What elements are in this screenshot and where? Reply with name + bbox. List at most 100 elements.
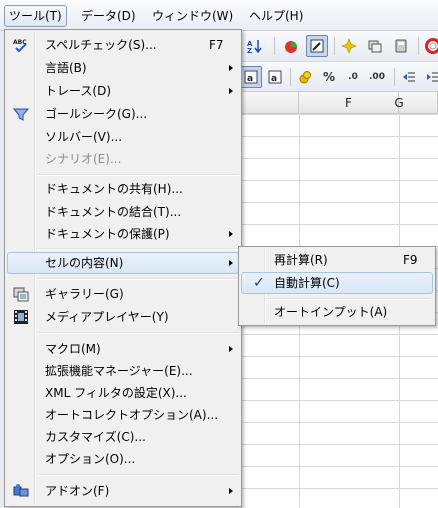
addons-label: アドオン(F) [45,484,110,498]
column-header-g[interactable]: G [394,92,438,114]
spellcheck-shortcut: F7 [209,38,224,52]
menu-item-addons[interactable]: アドオン(F) [7,480,239,502]
addons-icon [13,483,29,499]
menu-item-xml-filter[interactable]: XML フィルタの設定(X)... [7,382,239,404]
share-document-label: ドキュメントの共有(H)... [45,182,183,196]
cell-contents-label: セルの内容(N) [45,256,124,270]
menu-separator [38,278,239,280]
navigator-star-icon[interactable] [338,35,360,57]
menu-item-cell-contents[interactable]: セルの内容(N) [7,252,239,274]
macros-label: マクロ(M) [45,342,101,356]
data-sources-icon[interactable] [390,35,412,57]
tools-menu: ABC スペルチェック(S)... F7 言語(B) トレース(D) ゴールシー… [4,29,242,507]
gallery-label: ギャラリー(G) [45,287,124,301]
menu-item-extension-manager[interactable]: 拡張機能マネージャー(E)... [7,360,239,382]
trace-label: トレース(D) [45,84,112,98]
remove-decimal-button[interactable]: .00 [366,66,388,88]
checkmark-icon: ✓ [253,275,265,291]
menu-item-goal-seek[interactable]: ゴールシーク(G)... [7,103,239,125]
spellcheck-label: スペルチェック(S)... [45,38,157,52]
svg-text:a: a [247,74,253,84]
column-g-label: G [394,96,404,110]
add-decimal-button[interactable]: .0 [342,66,364,88]
menu-item-share-document[interactable]: ドキュメントの共有(H)... [7,178,239,200]
menu-item-spellcheck[interactable]: ABC スペルチェック(S)... F7 [7,34,239,56]
chart-icon[interactable] [280,35,302,57]
menu-data-label: データ(D) [81,9,136,23]
svg-text:Z: Z [247,47,252,54]
menu-window-label: ウィンドウ(W) [152,9,234,23]
customize-label: カスタマイズ(C)... [45,430,146,444]
increase-indent-icon[interactable] [422,66,438,88]
menu-item-customize[interactable]: カスタマイズ(C)... [7,426,239,448]
submenu-arrow-icon [229,346,233,352]
menu-item-autocorrect[interactable]: オートコレクトオプション(A)... [7,404,239,426]
column-header-partial[interactable] [238,92,299,114]
submenu-arrow-icon [229,260,233,266]
menu-item-options[interactable]: オプション(O)... [7,448,239,470]
menu-item-media-player[interactable]: メディアプレイヤー(Y) [7,306,239,328]
goal-seek-label: ゴールシーク(G)... [45,107,148,121]
help-lifebuoy-icon[interactable] [422,35,438,57]
cell-contents-submenu: 再計算(R) F9 ✓ 自動計算(C) オートインプット(A) [238,246,436,326]
media-player-icon [13,309,29,325]
menu-item-autoinput[interactable]: オートインプット(A) [241,301,433,323]
options-label: オプション(O)... [45,452,136,466]
menu-window[interactable]: ウィンドウ(W) [148,5,237,27]
menu-help-label: ヘルプ(H) [249,9,304,23]
percent-label: % [322,70,336,84]
decrease-indent-icon[interactable] [398,66,420,88]
menu-item-protect-document[interactable]: ドキュメントの保護(P) [7,223,239,245]
gallery-icon [13,286,29,302]
submenu-arrow-icon [229,231,233,237]
wrap-text-icon[interactable]: a [240,66,262,88]
autocalculate-label: 自動計算(C) [274,276,340,290]
spellcheck-icon: ABC [13,37,29,53]
menu-item-solver[interactable]: ソルバー(V)... [7,126,239,148]
menu-separator [38,248,239,250]
menu-separator [38,474,239,476]
merge-cells-icon[interactable]: a [264,66,286,88]
xml-filter-label: XML フィルタの設定(X)... [45,386,187,400]
draw-functions-icon[interactable] [306,35,328,57]
percent-format-button[interactable]: % [318,66,340,88]
recalculate-shortcut: F9 [403,253,418,267]
formatting-toolbar: a a % .0 .00 [238,62,438,92]
extension-manager-label: 拡張機能マネージャー(E)... [45,364,193,378]
menu-item-trace[interactable]: トレース(D) [7,80,239,102]
submenu-arrow-icon [229,88,233,94]
language-label: 言語(B) [45,61,87,75]
currency-format-icon[interactable] [294,66,316,88]
submenu-arrow-icon [229,488,233,494]
menu-separator [38,174,239,176]
menu-help[interactable]: ヘルプ(H) [245,5,307,27]
protect-document-label: ドキュメントの保護(P) [45,227,170,241]
recalculate-label: 再計算(R) [274,253,328,267]
standard-toolbar: AZ [238,31,438,62]
menu-bar: ツール(T) データ(D) ウィンドウ(W) ヘルプ(H) [0,0,438,31]
scenarios-label: シナリオ(E)... [45,152,122,166]
add-decimal-label: .0 [348,72,358,82]
menu-separator [38,332,239,334]
media-player-label: メディアプレイヤー(Y) [45,310,169,324]
autocorrect-label: オートコレクトオプション(A)... [45,408,219,422]
solver-label: ソルバー(V)... [45,130,123,144]
svg-text:a: a [271,74,277,84]
menu-item-autocalculate[interactable]: ✓ 自動計算(C) [241,272,433,294]
menu-tools[interactable]: ツール(T) [4,5,67,27]
menu-item-recalculate[interactable]: 再計算(R) F9 [241,249,433,271]
goal-seek-icon [13,106,29,122]
gallery-toolbar-icon[interactable] [364,35,386,57]
sort-ascending-icon[interactable]: AZ [244,35,266,57]
menu-item-gallery[interactable]: ギャラリー(G) [7,283,239,305]
autoinput-label: オートインプット(A) [274,305,388,319]
menu-item-language[interactable]: 言語(B) [7,57,239,79]
menu-data[interactable]: データ(D) [77,5,140,27]
merge-document-label: ドキュメントの結合(T)... [45,205,182,219]
menu-item-merge-document[interactable]: ドキュメントの結合(T)... [7,201,239,223]
menu-item-macros[interactable]: マクロ(M) [7,338,239,360]
submenu-arrow-icon [229,65,233,71]
remove-decimal-label: .00 [369,72,385,82]
menu-separator [268,298,431,300]
menu-item-scenarios: シナリオ(E)... [7,148,239,170]
